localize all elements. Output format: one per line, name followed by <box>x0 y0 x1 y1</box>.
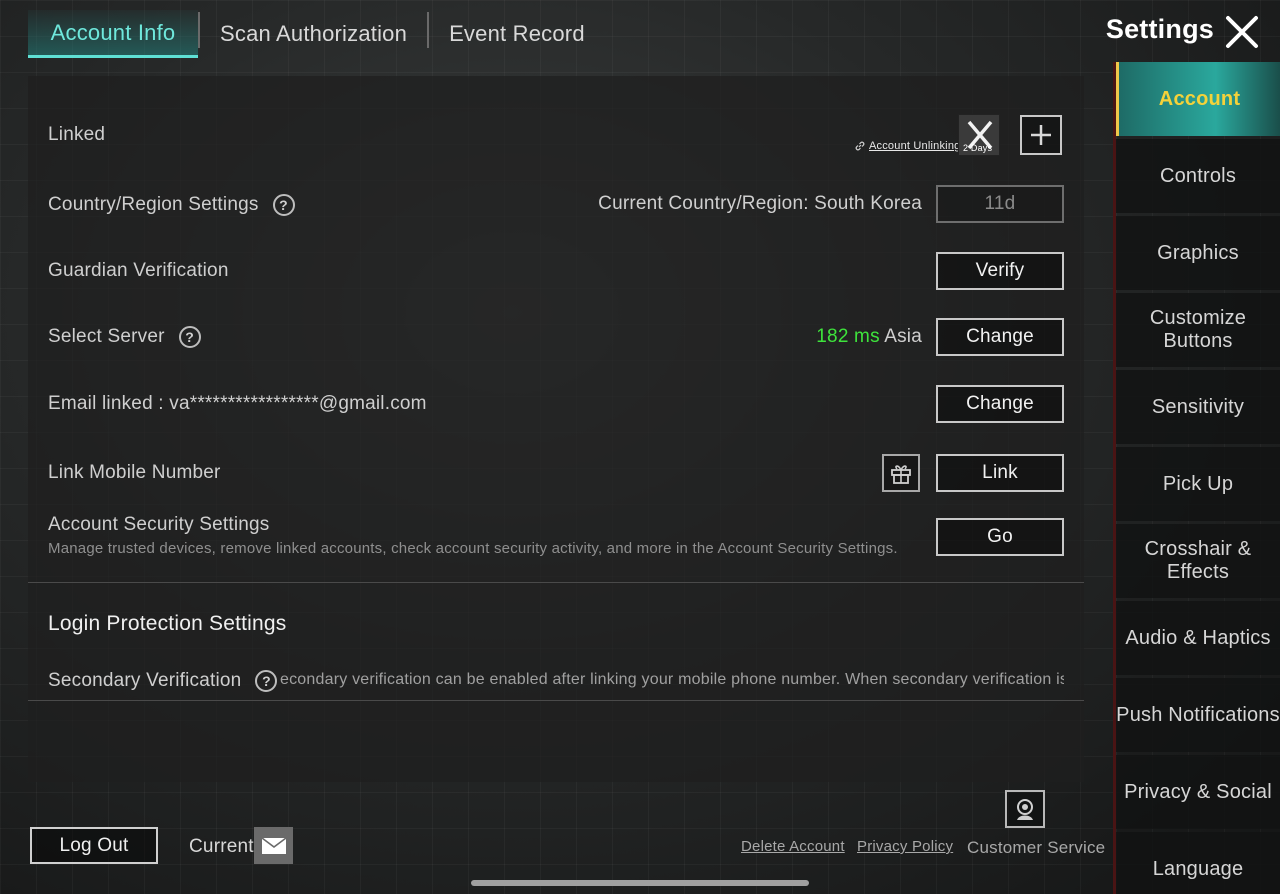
server-label-text: Select Server <box>48 326 165 347</box>
headset-icon <box>1017 799 1033 820</box>
security-description: Manage trusted devices, remove linked ac… <box>48 540 898 557</box>
sidebar-item-graphics[interactable]: Graphics <box>1116 216 1280 290</box>
add-link-button[interactable] <box>1020 115 1062 155</box>
guardian-label: Guardian Verification <box>48 260 229 281</box>
change-email-button[interactable]: Change <box>936 385 1064 423</box>
current-region-text: Current Country/Region: South Korea <box>598 193 922 214</box>
linked-label: Linked <box>48 124 106 145</box>
link-icon <box>855 141 865 151</box>
tab-account-info[interactable]: Account Info <box>28 10 198 58</box>
server-label: Select Server ? <box>48 326 201 348</box>
mail-icon <box>261 836 286 854</box>
verify-button[interactable]: Verify <box>936 252 1064 290</box>
region-cooldown-button[interactable]: 11d <box>936 185 1064 223</box>
security-go-button[interactable]: Go <box>936 518 1064 556</box>
settings-title: Settings <box>1105 14 1214 44</box>
settings-sidebar: Account Controls Graphics Customize Butt… <box>1116 62 1280 894</box>
help-icon[interactable]: ? <box>178 326 201 348</box>
account-unlinking-label: Account Unlinking <box>869 140 961 152</box>
customer-service-button[interactable] <box>1005 790 1045 828</box>
x-account-button[interactable]: 2 Days <box>958 114 1000 156</box>
sidebar-item-customize-buttons[interactable]: Customize Buttons <box>1116 293 1280 367</box>
sidebar-item-language[interactable]: Language <box>1116 832 1280 894</box>
sidebar-item-sensitivity[interactable]: Sensitivity <box>1116 370 1280 444</box>
delete-account-link[interactable]: Delete Account <box>741 838 845 855</box>
sidebar-item-crosshair-effects[interactable]: Crosshair & Effects <box>1116 524 1280 598</box>
gift-icon <box>891 465 911 484</box>
account-info-panel: Linked Account Unlinking 2 Days Country/… <box>28 76 1084 782</box>
secondary-verification-text: Secondary Verification <box>48 670 242 691</box>
section-divider-bottom <box>28 700 1084 701</box>
sidebar-item-privacy-social[interactable]: Privacy & Social <box>1116 755 1280 829</box>
region-label: Country/Region Settings ? <box>48 194 295 216</box>
account-unlinking-link[interactable]: Account Unlinking <box>854 140 960 152</box>
help-icon[interactable]: ? <box>272 194 295 216</box>
top-tabs: Account Info Scan Authorization Event Re… <box>28 10 605 58</box>
login-protection-title: Login Protection Settings <box>48 612 287 635</box>
tab-scan-authorization[interactable]: Scan Authorization <box>200 10 427 58</box>
security-section: Account Security Settings Manage trusted… <box>48 514 898 557</box>
sidebar-item-audio-haptics[interactable]: Audio & Haptics <box>1116 601 1280 675</box>
link-mobile-button[interactable]: Link <box>936 454 1064 492</box>
gift-reward-button[interactable] <box>882 454 920 492</box>
sidebar-item-pick-up[interactable]: Pick Up <box>1116 447 1280 521</box>
current-label: Current <box>189 836 254 857</box>
server-status: 182 ms Asia <box>816 326 922 348</box>
email-row: Email linked : va*****************@gmail… <box>48 389 1064 419</box>
tab-event-record[interactable]: Event Record <box>429 10 605 58</box>
current-mail-button[interactable] <box>254 827 293 864</box>
change-server-button[interactable]: Change <box>936 318 1064 356</box>
x-link-badge: 2 Days <box>963 143 993 153</box>
help-icon[interactable]: ? <box>255 670 278 692</box>
email-label: Email linked : va*****************@gmail… <box>48 393 427 414</box>
secondary-verification-marquee: econdary verification can be enabled aft… <box>280 671 1064 688</box>
server-region: Asia <box>884 326 922 347</box>
plus-icon <box>1031 125 1051 145</box>
mobile-label: Link Mobile Number <box>48 462 221 483</box>
server-ping: 182 ms <box>816 326 880 347</box>
privacy-policy-link[interactable]: Privacy Policy <box>857 838 953 855</box>
customer-service-label[interactable]: Customer Service <box>967 838 1105 858</box>
guardian-row: Guardian Verification <box>48 256 1064 286</box>
security-label: Account Security Settings <box>48 514 270 535</box>
region-label-text: Country/Region Settings <box>48 194 259 215</box>
section-divider <box>28 582 1084 583</box>
logout-button[interactable]: Log Out <box>30 827 158 864</box>
sidebar-item-push-notifications[interactable]: Push Notifications <box>1116 678 1280 752</box>
close-button[interactable] <box>1222 12 1262 52</box>
sidebar-item-account[interactable]: Account <box>1116 62 1280 136</box>
home-indicator[interactable] <box>471 880 809 886</box>
close-icon <box>1226 16 1258 48</box>
sidebar-item-controls[interactable]: Controls <box>1116 139 1280 213</box>
secondary-verification-label: Secondary Verification ? <box>48 670 278 692</box>
